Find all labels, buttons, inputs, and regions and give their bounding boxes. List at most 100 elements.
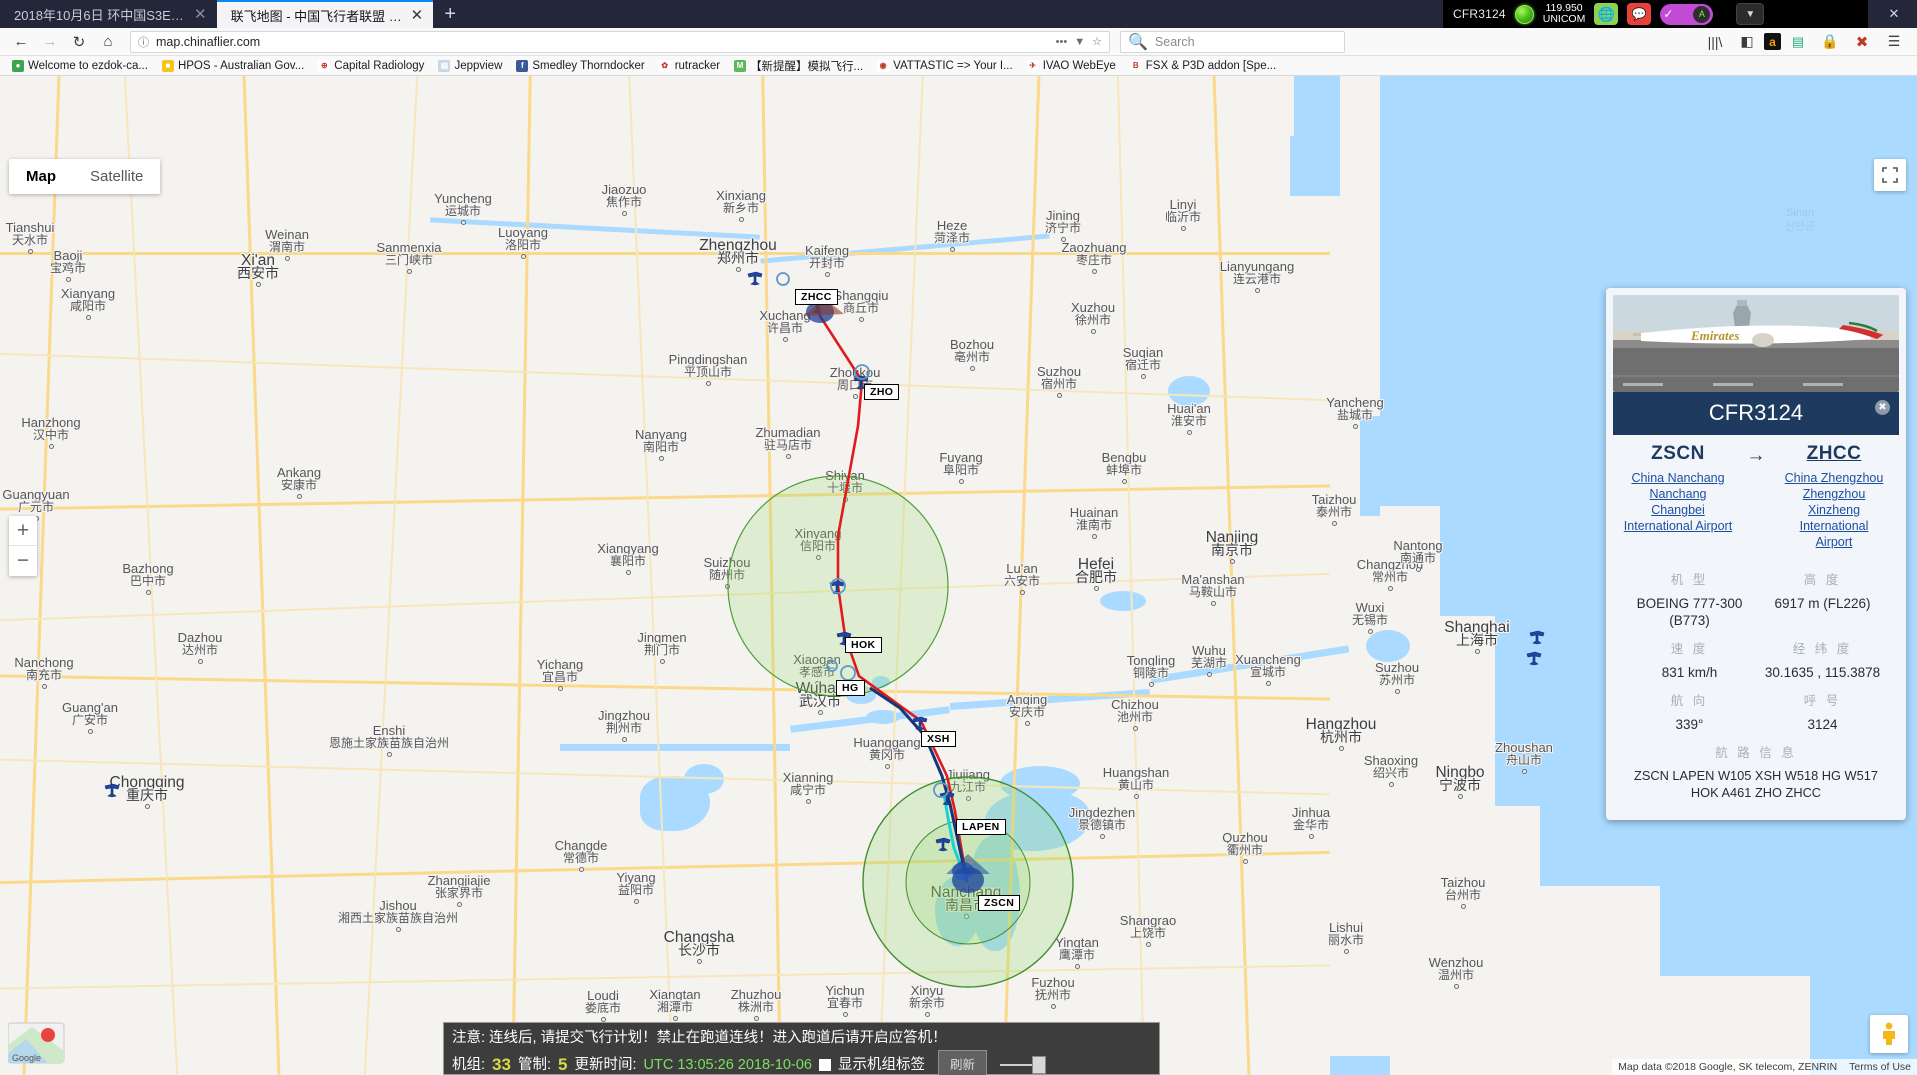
- city-label: Weinan 渭南市: [265, 228, 309, 254]
- arrival-name-line-2[interactable]: Zhengzhou: [1779, 486, 1889, 502]
- city-name-cn: 益阳市: [617, 883, 654, 897]
- detail-aircraft-type: 机 型 BOEING 777-300 (B773): [1623, 560, 1756, 629]
- waypoint-label-xsh[interactable]: XSH: [921, 731, 956, 747]
- terms-of-use-link[interactable]: Terms of Use: [1849, 1061, 1911, 1073]
- street-view-pegman[interactable]: [1870, 1015, 1908, 1053]
- city-dot-icon: [579, 867, 584, 872]
- map-type-switcher[interactable]: Map Satellite: [9, 159, 161, 194]
- detail-value: 339°: [1675, 717, 1704, 732]
- map-viewport[interactable]: Tianshui 天水市 Baoji 宝鸡市 Xianyang 咸阳市 Weinan 渭南市 X…: [0, 76, 1917, 1075]
- arrival-name-line-4[interactable]: International: [1779, 518, 1889, 534]
- slider-handle[interactable]: [1031, 1056, 1046, 1074]
- home-icon[interactable]: ⌂: [95, 30, 121, 54]
- chevron-down-icon[interactable]: ▼: [1736, 3, 1765, 25]
- map-type-map[interactable]: Map: [9, 159, 73, 194]
- bookmark-item[interactable]: ⊕ Capital Radiology: [312, 57, 430, 75]
- city-dot-icon: [1522, 769, 1527, 774]
- sidebar-icon[interactable]: ◧: [1732, 30, 1762, 54]
- page-actions-icon[interactable]: •••: [1056, 36, 1068, 48]
- opacity-slider[interactable]: [999, 1056, 1046, 1074]
- bookmark-item[interactable]: ✿ rutracker: [653, 57, 726, 75]
- map-type-satellite[interactable]: Satellite: [73, 159, 161, 194]
- library-icon[interactable]: |||\: [1700, 30, 1730, 54]
- hamburger-menu-icon[interactable]: ☰: [1879, 30, 1909, 54]
- departure-name-line-2[interactable]: Nanchang Changbei: [1623, 486, 1733, 518]
- city-name-cn: 南阳市: [642, 440, 680, 454]
- bookmark-item[interactable]: ▤ Jeppview: [432, 57, 508, 75]
- city-name-cn: 黄冈市: [868, 748, 906, 762]
- bookmark-item[interactable]: M 【新提醒】模拟飞行...: [728, 57, 869, 75]
- close-icon[interactable]: ✕: [411, 8, 424, 23]
- fullscreen-button[interactable]: [1874, 159, 1906, 191]
- block-extension-icon[interactable]: ✖: [1847, 30, 1877, 54]
- bookmark-item[interactable]: ● Welcome to ezdok-ca...: [6, 57, 154, 75]
- city-dot-icon: [1389, 782, 1394, 787]
- zoom-controls[interactable]: + −: [9, 516, 37, 576]
- city-label: Yichang 宜昌市: [537, 658, 584, 684]
- arrival-name-line-3[interactable]: Xinzheng: [1779, 502, 1889, 518]
- network-status-bar: 注意: 连线后, 请提交飞行计划！禁止在跑道连线！进入跑道后请开启应答机！ 机组…: [443, 1022, 1160, 1075]
- close-icon[interactable]: ✕: [194, 7, 207, 22]
- refresh-button[interactable]: 刷新: [937, 1050, 987, 1075]
- arrival-airport[interactable]: ZHCC China Zhengzhou Zhengzhou Xinzheng …: [1779, 443, 1889, 550]
- flight-info-card[interactable]: Emirates CFR3124 ✖ ZSCN China Nanchang N…: [1606, 288, 1906, 820]
- close-icon[interactable]: ✖: [1875, 400, 1890, 415]
- reload-icon[interactable]: ↻: [66, 30, 92, 54]
- bookmark-item[interactable]: B FSX & P3D addon [Spe...: [1124, 57, 1282, 75]
- city-dot-icon: [853, 394, 858, 399]
- bookmark-item[interactable]: ◉ VATTASTIC => Your I...: [871, 57, 1019, 75]
- city-label: Suzhou 宿州市: [1037, 365, 1081, 391]
- waypoint-label-zho[interactable]: ZHO: [864, 384, 900, 400]
- bookmark-star-icon[interactable]: ☆: [1092, 35, 1102, 48]
- transponder-toggle[interactable]: ✓ A: [1660, 3, 1714, 25]
- zoom-in-button[interactable]: +: [9, 516, 37, 546]
- update-time-value: UTC 13:05:26 2018-10-06: [643, 1057, 812, 1073]
- city-label: Yichun 宜春市: [825, 984, 864, 1010]
- departure-name-line-1[interactable]: China Nanchang: [1623, 470, 1733, 486]
- waypoint-label-hg[interactable]: HG: [836, 680, 865, 696]
- pocket-icon[interactable]: ▼: [1074, 36, 1085, 48]
- browser-tab-2[interactable]: 联飞地图 - 中国飞行者联盟 - V4.0 ✕: [216, 0, 434, 28]
- bookmark-item[interactable]: ■ HPOS - Australian Gov...: [156, 57, 310, 75]
- browser-tab-1[interactable]: 2018年10月6日 环中国S3E11# 南昌- ✕: [0, 0, 217, 28]
- city-name-cn: 池州市: [1116, 710, 1154, 724]
- globe-icon[interactable]: 🌐: [1594, 3, 1619, 25]
- forward-icon[interactable]: →: [37, 30, 63, 54]
- city-label: Xuancheng 宣城市: [1235, 653, 1301, 679]
- pilot-client-overlay: CFR3124 119.950 UNICOM 🌐 💬 ✓ A ▼: [1443, 0, 1868, 28]
- city-dot-icon: [964, 914, 969, 919]
- arrival-name-line-1[interactable]: China Zhengzhou: [1779, 470, 1889, 486]
- departure-name-line-3[interactable]: International Airport: [1623, 518, 1733, 534]
- s3-extension-icon[interactable]: ▤: [1783, 30, 1813, 54]
- arrival-name-line-5[interactable]: Airport: [1779, 534, 1889, 550]
- amazon-extension-icon[interactable]: a: [1764, 33, 1781, 50]
- address-bar[interactable]: ⓘ map.chinaflier.com ••• ▼ ☆: [130, 30, 1110, 53]
- waypoint-label-zhcc[interactable]: ZHCC: [795, 289, 838, 305]
- city-name-cn: 咸宁市: [789, 783, 827, 797]
- close-window-button[interactable]: ✕: [1871, 0, 1917, 28]
- search-box[interactable]: 🔍 Search: [1120, 30, 1345, 53]
- info-icon[interactable]: ⓘ: [138, 34, 149, 50]
- bookmark-label: VATTASTIC => Your I...: [893, 59, 1013, 72]
- city-label: Chongqing 重庆市: [110, 775, 185, 802]
- bookmark-item[interactable]: f Smedley Thorndocker: [510, 57, 650, 75]
- zoom-out-button[interactable]: −: [9, 546, 37, 576]
- arrival-code[interactable]: ZHCC: [1779, 443, 1889, 465]
- departure-airport[interactable]: ZSCN China Nanchang Nanchang Changbei In…: [1623, 443, 1733, 534]
- waypoint-label-hok[interactable]: HOK: [845, 637, 882, 653]
- show-labels-checkbox[interactable]: [818, 1059, 831, 1071]
- map-canvas[interactable]: Tianshui 天水市 Baoji 宝鸡市 Xianyang 咸阳市 Weinan 渭南市 X…: [0, 76, 1917, 1075]
- back-icon[interactable]: ←: [8, 30, 34, 54]
- lock-extension-icon[interactable]: 🔒: [1815, 30, 1845, 54]
- detail-label: 高 度: [1803, 573, 1842, 587]
- city-dot-icon: [816, 555, 821, 560]
- bookmark-item[interactable]: ✈ IVAO WebEye: [1021, 57, 1122, 75]
- new-tab-button[interactable]: +: [433, 0, 467, 28]
- chat-icon[interactable]: 💬: [1627, 3, 1652, 25]
- waypoint-label-lapen[interactable]: LAPEN: [956, 819, 1006, 835]
- bookmark-label: Jeppview: [454, 59, 503, 72]
- waypoint-label-zscn[interactable]: ZSCN: [978, 895, 1021, 911]
- city-dot-icon: [1243, 859, 1248, 864]
- aircraft-photo: Emirates: [1613, 295, 1899, 392]
- detail-heading: 航 向 339°: [1623, 681, 1756, 733]
